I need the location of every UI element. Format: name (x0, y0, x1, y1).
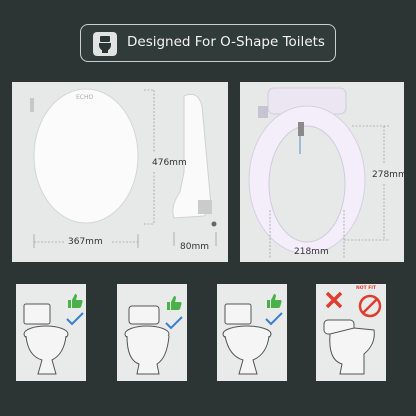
opening-length-dimension: 278mm (372, 170, 407, 180)
seat-lid-top-view (33, 88, 139, 224)
dimension-panel-front-side: ECHO 476mm 367mm 80mm (12, 82, 228, 262)
seat-opening (268, 125, 346, 243)
thumbs-up-icon (68, 294, 83, 308)
not-fit-badge: NOT FIT (356, 286, 377, 291)
check-icon (265, 312, 283, 326)
title-banner: Designed For O-Shape Toilets (80, 24, 336, 62)
seat-side-view (172, 93, 211, 219)
thumbs-up-icon (167, 296, 182, 310)
cross-icon (325, 291, 343, 309)
compat-two-piece-elongated (217, 284, 287, 381)
dimension-panel-opening: 278mm 218mm (240, 82, 407, 262)
toilet-icon (93, 32, 117, 56)
banner-title: Designed For O-Shape Toilets (127, 34, 325, 50)
check-icon (165, 316, 183, 330)
thumbs-up-icon (267, 294, 282, 308)
compat-smart-toilet: NOT FIT (316, 284, 386, 381)
opening-width-dimension: 218mm (294, 247, 329, 257)
seat-dimension-drawing (30, 88, 217, 248)
compat-two-piece-round (16, 284, 86, 381)
prohibited-icon (358, 294, 382, 318)
seat-brand: ECHO (76, 94, 94, 101)
length-dimension: 476mm (152, 158, 187, 168)
hinge-bracket (30, 98, 34, 112)
compat-one-piece-round (117, 284, 187, 381)
width-dimension: 367mm (68, 237, 103, 247)
depth-dimension: 80mm (180, 242, 209, 252)
bidet-nozzle (298, 122, 304, 136)
check-icon (66, 312, 84, 326)
